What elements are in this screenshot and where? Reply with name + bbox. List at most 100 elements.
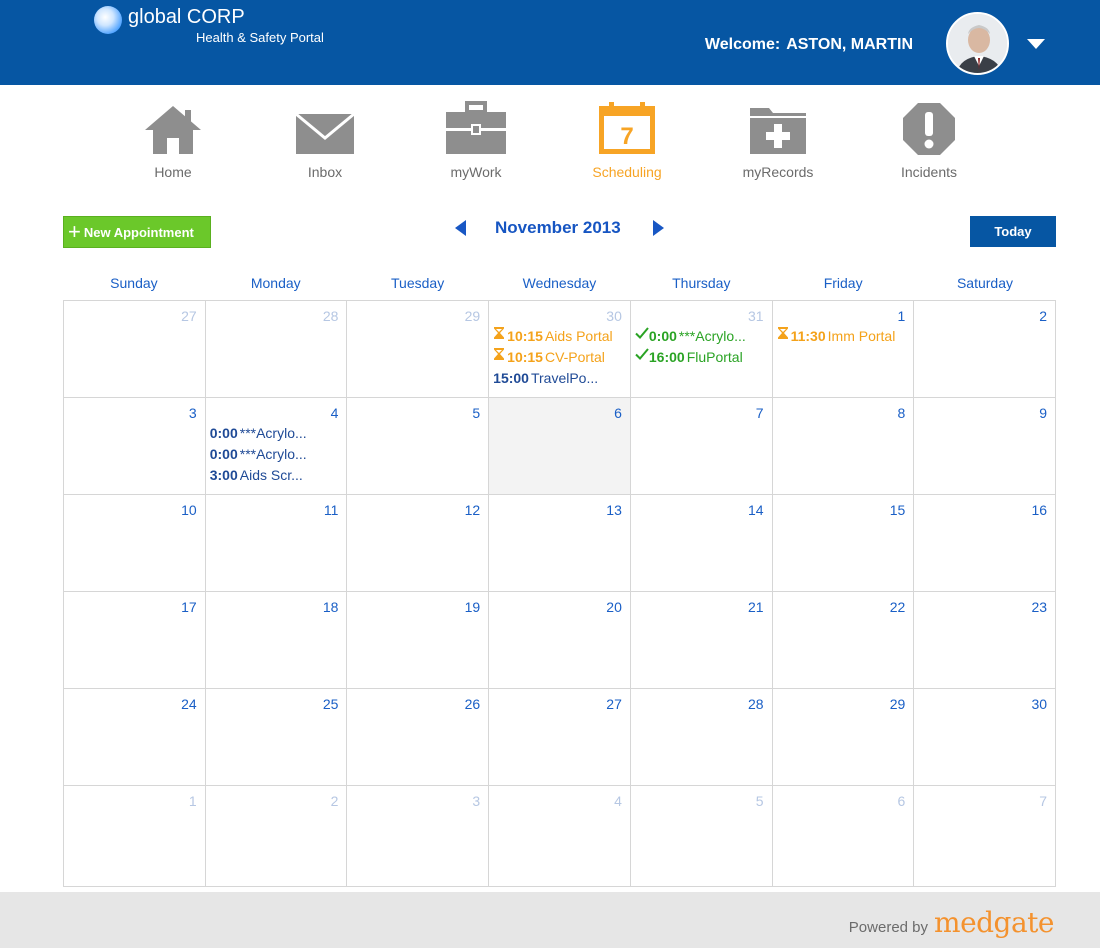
calendar-day-cell[interactable]: 1 — [64, 786, 206, 887]
day-number[interactable]: 4 — [493, 792, 622, 810]
calendar-day-cell[interactable]: 6 — [489, 398, 631, 495]
day-number[interactable]: 4 — [210, 404, 339, 422]
day-number[interactable]: 1 — [68, 792, 197, 810]
appointment-item[interactable]: 10:15 CV-Portal — [493, 346, 622, 367]
calendar-day-cell[interactable]: 28 — [630, 689, 773, 786]
calendar-day-cell[interactable]: 30 — [914, 689, 1057, 786]
new-appointment-button[interactable]: + New Appointment — [63, 216, 211, 248]
calendar-day-cell[interactable]: 27 — [489, 689, 631, 786]
calendar-day-cell[interactable]: 21 — [630, 592, 773, 689]
day-number[interactable]: 16 — [918, 501, 1047, 519]
day-number[interactable]: 11 — [210, 501, 339, 519]
nav-item-incidents[interactable]: Incidents — [874, 100, 984, 180]
calendar-day-cell[interactable]: 8 — [772, 398, 915, 495]
calendar-day-cell[interactable]: 12 — [347, 495, 490, 592]
day-number[interactable]: 15 — [777, 501, 906, 519]
day-number[interactable]: 18 — [210, 598, 339, 616]
appointment-item[interactable]: 0:00 ***Acrylo... — [210, 443, 339, 464]
day-number[interactable]: 9 — [918, 404, 1047, 422]
calendar-day-cell[interactable]: 17 — [64, 592, 206, 689]
day-number[interactable]: 6 — [777, 792, 906, 810]
calendar-day-cell[interactable]: 26 — [347, 689, 490, 786]
calendar-day-cell[interactable]: 7 — [630, 398, 773, 495]
appointment-item[interactable]: 3:00 Aids Scr... — [210, 464, 339, 485]
day-number[interactable]: 2 — [918, 307, 1047, 325]
nav-item-mywork[interactable]: myWork — [421, 100, 531, 180]
day-number[interactable]: 21 — [635, 598, 764, 616]
calendar-day-cell[interactable]: 29 — [772, 689, 915, 786]
appointment-item[interactable]: 0:00 ***Acrylo... — [210, 422, 339, 443]
calendar-day-cell[interactable]: 2 — [205, 786, 348, 887]
calendar-day-cell[interactable]: 22 — [772, 592, 915, 689]
calendar-day-cell[interactable]: 6 — [772, 786, 915, 887]
day-number[interactable]: 25 — [210, 695, 339, 713]
calendar-day-cell[interactable]: 19 — [347, 592, 490, 689]
day-number[interactable]: 7 — [918, 792, 1047, 810]
calendar-day-cell[interactable]: 31 0:00 ***Acrylo... 16:00 FluPortal — [630, 301, 773, 398]
day-number[interactable]: 8 — [777, 404, 906, 422]
calendar-day-cell[interactable]: 27 — [64, 301, 206, 398]
calendar-day-cell[interactable]: 4 — [489, 786, 631, 887]
day-number[interactable]: 3 — [68, 404, 197, 422]
calendar-day-cell[interactable]: 15 — [772, 495, 915, 592]
day-number[interactable]: 26 — [351, 695, 481, 713]
day-number[interactable]: 20 — [493, 598, 622, 616]
day-number[interactable]: 29 — [777, 695, 906, 713]
calendar-day-cell[interactable]: 11 — [205, 495, 348, 592]
day-number[interactable]: 6 — [493, 404, 622, 422]
calendar-day-cell[interactable]: 30 10:15 Aids Portal 10:15 CV-Portal 15:00 Tra… — [489, 301, 631, 398]
day-number[interactable]: 30 — [918, 695, 1047, 713]
day-number[interactable]: 28 — [635, 695, 764, 713]
day-number[interactable]: 31 — [635, 307, 764, 325]
calendar-day-cell[interactable]: 2 — [914, 301, 1057, 398]
nav-item-scheduling[interactable]: 7 Scheduling — [572, 100, 682, 180]
calendar-day-cell[interactable]: 23 — [914, 592, 1057, 689]
day-number[interactable]: 1 — [777, 307, 906, 325]
previous-month-arrow-icon[interactable] — [455, 220, 466, 236]
user-avatar[interactable] — [946, 12, 1009, 75]
appointment-item[interactable]: 16:00 FluPortal — [635, 346, 764, 367]
calendar-day-cell[interactable]: 16 — [914, 495, 1057, 592]
day-number[interactable]: 13 — [493, 501, 622, 519]
user-menu-dropdown-icon[interactable] — [1027, 39, 1045, 49]
calendar-day-cell[interactable]: 13 — [489, 495, 631, 592]
day-number[interactable]: 17 — [68, 598, 197, 616]
calendar-day-cell[interactable]: 9 — [914, 398, 1057, 495]
calendar-day-cell[interactable]: 5 — [630, 786, 773, 887]
day-number[interactable]: 7 — [635, 404, 764, 422]
day-number[interactable]: 23 — [918, 598, 1047, 616]
medgate-logo[interactable]: medgate — [934, 906, 1054, 939]
calendar-day-cell[interactable]: 7 — [914, 786, 1057, 887]
day-number[interactable]: 14 — [635, 501, 764, 519]
calendar-day-cell[interactable]: 28 — [205, 301, 348, 398]
day-number[interactable]: 12 — [351, 501, 481, 519]
calendar-day-cell[interactable]: 14 — [630, 495, 773, 592]
day-number[interactable]: 3 — [351, 792, 480, 810]
calendar-day-cell[interactable]: 18 — [205, 592, 348, 689]
day-number[interactable]: 5 — [635, 792, 764, 810]
calendar-day-cell[interactable]: 29 — [347, 301, 490, 398]
calendar-day-cell[interactable]: 3 — [64, 398, 206, 495]
calendar-day-cell[interactable]: 3 — [347, 786, 490, 887]
calendar-day-cell[interactable]: 24 — [64, 689, 206, 786]
day-number[interactable]: 30 — [493, 307, 622, 325]
day-number[interactable]: 10 — [68, 501, 197, 519]
calendar-day-cell[interactable]: 1 11:30 Imm Portal — [772, 301, 915, 398]
appointment-item[interactable]: 10:15 Aids Portal — [493, 325, 622, 346]
day-number[interactable]: 28 — [210, 307, 339, 325]
nav-item-inbox[interactable]: Inbox — [270, 100, 380, 180]
day-number[interactable]: 24 — [68, 695, 197, 713]
appointment-item[interactable]: 11:30 Imm Portal — [777, 325, 906, 346]
calendar-day-cell[interactable]: 5 — [347, 398, 490, 495]
day-number[interactable]: 22 — [777, 598, 906, 616]
day-number[interactable]: 29 — [351, 307, 481, 325]
next-month-arrow-icon[interactable] — [653, 220, 664, 236]
calendar-day-cell[interactable]: 4 0:00 ***Acrylo... 0:00 ***Acrylo... 3:00 Aid… — [205, 398, 348, 495]
day-number[interactable]: 19 — [351, 598, 481, 616]
calendar-day-cell[interactable]: 20 — [489, 592, 631, 689]
day-number[interactable]: 2 — [210, 792, 339, 810]
today-button[interactable]: Today — [970, 216, 1056, 247]
appointment-item[interactable]: 15:00 TravelPo... — [493, 367, 622, 388]
day-number[interactable]: 27 — [68, 307, 197, 325]
appointment-item[interactable]: 0:00 ***Acrylo... — [635, 325, 764, 346]
